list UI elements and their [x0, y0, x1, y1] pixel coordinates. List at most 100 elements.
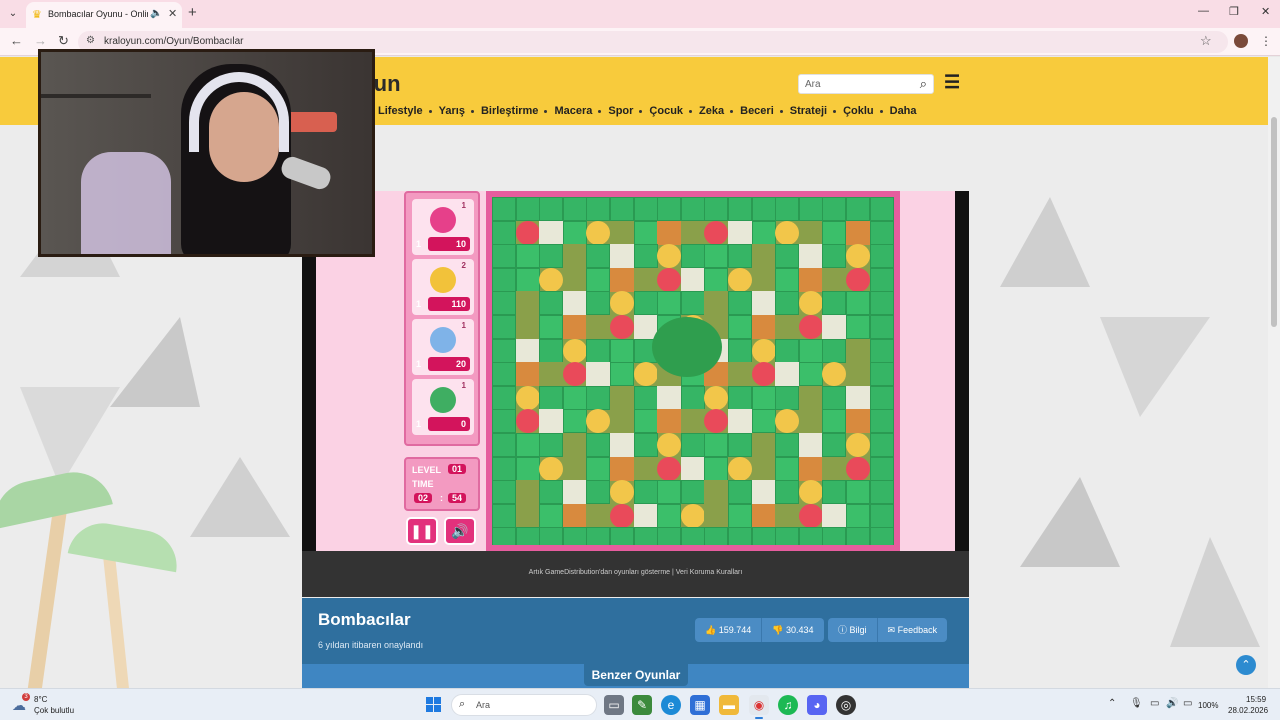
board-tile — [680, 503, 705, 528]
dislike-button[interactable]: 👎 30.434 — [762, 618, 823, 642]
spotify-icon[interactable]: ♫ — [778, 695, 798, 715]
game-board[interactable] — [486, 191, 900, 551]
reload-icon[interactable]: ↻ — [58, 33, 69, 49]
nav-macera[interactable]: Macera — [544, 105, 600, 117]
bg-triangle — [1100, 317, 1210, 417]
feedback-button[interactable]: ✉ Feedback — [878, 618, 948, 642]
board-tile — [610, 480, 634, 505]
nav-birlestirme[interactable]: Birleştirme — [470, 105, 546, 117]
tab-search-menu-icon[interactable]: ⌄ — [4, 5, 22, 23]
site-search-input[interactable]: Ara ⌕ — [798, 74, 934, 94]
scrollbar-thumb[interactable] — [1271, 117, 1277, 327]
board-tile — [539, 456, 564, 481]
browser-tab[interactable]: ♛ Bombacılar Oyunu - Online 🔈 ✕ — [26, 2, 182, 28]
battery-percent[interactable]: 100% — [1198, 701, 1218, 710]
bg-triangle — [110, 317, 200, 407]
taskbar-search-input[interactable]: ⌕ Ara — [451, 694, 597, 716]
page-scrollbar[interactable] — [1268, 57, 1280, 688]
like-button[interactable]: 👍 159.744 — [695, 618, 763, 642]
file-explorer-icon[interactable]: ▬ — [719, 695, 739, 715]
board-tile — [728, 291, 752, 316]
game-title-bar: Bombacılar 6 yıldan itibaren onaylandı 👍… — [302, 598, 969, 664]
player-card: 2 1 110 — [412, 259, 474, 315]
battery-icon[interactable]: ▭ — [1183, 698, 1192, 709]
new-tab-button[interactable]: + — [188, 4, 197, 21]
player-lives: 1 — [416, 359, 422, 369]
nav-zeka[interactable]: Zeka — [689, 105, 732, 117]
nav-strateji[interactable]: Strateji — [779, 105, 835, 117]
forward-arrow-icon[interactable]: → — [34, 33, 47, 48]
nav-cocuk[interactable]: Çocuk — [639, 105, 691, 117]
search-icon[interactable]: ⌕ — [920, 76, 927, 92]
board-tile — [869, 338, 894, 363]
board-tile — [586, 220, 611, 245]
microphone-icon[interactable]: 🎙 — [1130, 698, 1143, 709]
board-tile — [775, 362, 800, 387]
obs-icon[interactable]: ◎ — [836, 695, 856, 715]
board-tile — [728, 480, 752, 505]
tab-close-icon[interactable]: ✕ — [168, 7, 177, 20]
board-tile — [869, 480, 894, 505]
board-tile — [751, 503, 776, 528]
nav-coklu[interactable]: Çoklu — [833, 105, 882, 117]
nav-beceri[interactable]: Beceri — [730, 105, 782, 117]
board-tile — [798, 197, 823, 221]
app-icon[interactable]: ✎ — [632, 695, 652, 715]
nav-yaris[interactable]: Yarış — [428, 105, 473, 117]
windows-start-icon[interactable] — [426, 697, 442, 713]
back-arrow-icon[interactable]: ← — [10, 33, 23, 48]
board-tile — [822, 409, 847, 434]
site-info-icon[interactable]: ⚙ — [86, 35, 95, 46]
pause-button[interactable]: ❚❚ — [406, 517, 438, 545]
network-icon[interactable]: ▭ — [1150, 698, 1159, 709]
edge-browser-icon[interactable]: e — [661, 695, 681, 715]
board-tile — [846, 433, 870, 457]
board-tile — [539, 480, 564, 505]
clock-time[interactable]: 15:59 — [1246, 695, 1266, 704]
url-text[interactable]: kraloyun.com/Oyun/Bombacılar — [104, 36, 244, 47]
volume-icon[interactable]: 🔊 — [1166, 698, 1178, 709]
menu-search-icon[interactable]: ☰ — [944, 72, 960, 93]
similar-games-heading[interactable]: Benzer Oyunlar — [584, 664, 688, 686]
browser-menu-icon[interactable]: ⋮ — [1260, 34, 1272, 48]
profile-avatar[interactable] — [1234, 34, 1248, 48]
board-tile — [775, 480, 800, 505]
board-tile — [610, 527, 634, 545]
nav-spor[interactable]: Spor — [598, 105, 641, 117]
player-rank: 1 — [461, 321, 466, 330]
board-tile — [586, 197, 611, 221]
info-button[interactable]: ⓘ Bilgi — [828, 618, 878, 642]
board-tile — [798, 244, 823, 269]
time-separator: : — [440, 493, 443, 503]
game-iframe[interactable]: 1 1 10 2 1 110 1 1 20 1 1 0 LEVEL 01 TIM… — [302, 191, 969, 551]
sound-button[interactable]: 🔊 — [444, 517, 476, 545]
minimize-button[interactable]: — — [1198, 5, 1209, 17]
player-score-panel: 1 1 10 2 1 110 1 1 20 1 1 0 — [404, 191, 480, 446]
chrome-browser-icon[interactable]: ◉ — [749, 695, 769, 715]
board-tile — [728, 385, 752, 410]
nav-daha[interactable]: Daha — [879, 105, 925, 117]
weather-description[interactable]: Çok bulutlu — [34, 706, 74, 715]
task-view-icon[interactable]: ▭ — [604, 695, 624, 715]
restore-button[interactable]: ❐ — [1229, 5, 1239, 18]
gamedistribution-notice[interactable]: Artık GameDistribution'dan oyunları göst… — [302, 569, 969, 576]
board-tile — [633, 456, 658, 481]
nav-lifestyle[interactable]: Lifestyle — [370, 105, 431, 117]
close-window-button[interactable]: ✕ — [1261, 5, 1270, 18]
tab-audio-icon[interactable]: 🔈 — [150, 8, 162, 19]
weather-temperature[interactable]: 8°C — [34, 695, 47, 704]
tray-overflow-icon[interactable]: ⌃ — [1108, 698, 1116, 709]
board-tile — [869, 291, 894, 316]
store-icon[interactable]: ▦ — [690, 695, 710, 715]
board-tile — [822, 362, 847, 387]
board-tile — [539, 433, 564, 457]
scroll-to-top-button[interactable]: ⌃ — [1236, 655, 1256, 675]
clock-date[interactable]: 28.02.2026 — [1228, 706, 1268, 715]
board-tile — [562, 291, 587, 316]
board-tile — [657, 527, 682, 545]
discord-icon[interactable]: ◕ — [807, 695, 827, 715]
board-tile — [798, 267, 823, 292]
board-tile — [704, 385, 729, 410]
bookmark-star-icon[interactable]: ☆ — [1200, 33, 1212, 49]
player-card: 1 1 10 — [412, 199, 474, 255]
